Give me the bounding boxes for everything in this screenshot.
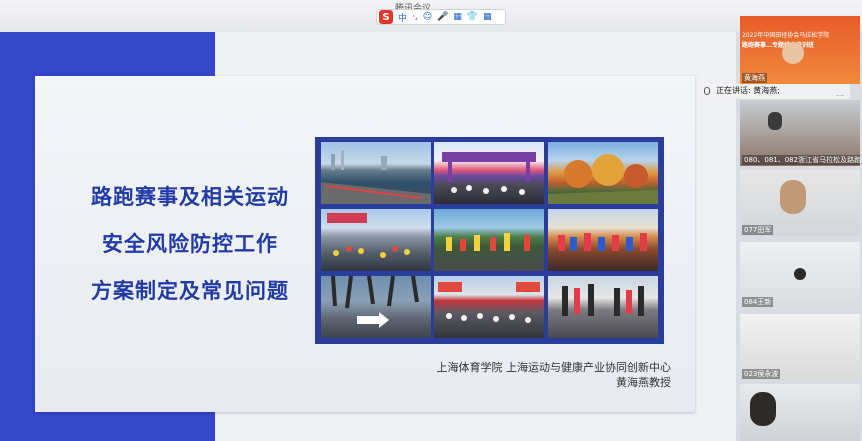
- participant-name: 黄海燕: [742, 73, 767, 83]
- photo-road-runners: [548, 276, 658, 338]
- participant-tile[interactable]: 080、081、082浙江省马拉松及路跑: [740, 100, 860, 166]
- avatar: [750, 392, 776, 426]
- photo-colorful-runners: [548, 209, 658, 271]
- participant-tile[interactable]: 084王新: [740, 242, 860, 308]
- mic-icon: [704, 87, 710, 95]
- photo-start-arch: [434, 142, 544, 204]
- punct-toggle[interactable]: ·,: [412, 12, 418, 22]
- participant-name: 080、081、082浙江省马拉松及路跑: [742, 155, 860, 165]
- participant-video-list: 2022年中国田径协会马拉松学院 路跑赛事…专题线上培训班 黄海燕 080、08…: [736, 12, 862, 441]
- photo-runner-legs: [321, 276, 431, 338]
- photo-collage: [315, 137, 664, 344]
- avatar: [768, 112, 782, 130]
- slide-title: 路跑赛事及相关运动 安全风险防控工作 方案制定及常见问题: [55, 174, 325, 315]
- slide-credit-line-2: 黄海燕教授: [616, 376, 671, 389]
- shared-slide: 路跑赛事及相关运动 安全风险防控工作 方案制定及常见问题 上海体育学院 上海运动…: [35, 76, 695, 412]
- photo-autumn-trees: [548, 142, 658, 204]
- lang-toggle[interactable]: 中: [398, 11, 407, 24]
- banner-line-1: 2022年中国田径协会马拉松学院: [742, 32, 830, 39]
- ime-toolbar[interactable]: S 中 ·, ☺ 🎤 ▦ 👕 ▦: [376, 9, 506, 25]
- slide-credit-line-1: 上海体育学院 上海运动与健康产业协同创新中心: [436, 361, 672, 374]
- photo-start-line: [434, 276, 544, 338]
- participant-name: 077田军: [742, 225, 774, 235]
- photo-riverside-race: [321, 142, 431, 204]
- slide-title-line-2: 安全风险防控工作: [102, 232, 278, 256]
- avatar: [780, 180, 806, 214]
- photo-city-runners: [321, 209, 431, 271]
- avatar: [782, 42, 804, 64]
- window-titlebar: 腾讯会议 S 中 ·, ☺ 🎤 ▦ 👕 ▦: [0, 0, 862, 32]
- keyboard-icon[interactable]: ▦: [453, 12, 462, 22]
- participant-tile[interactable]: 077田军: [740, 170, 860, 236]
- participant-tile[interactable]: [740, 384, 860, 441]
- slide-title-line-1: 路跑赛事及相关运动: [91, 185, 289, 209]
- avatar: [794, 268, 806, 280]
- emoji-icon[interactable]: ☺: [423, 12, 432, 22]
- slide-title-line-3: 方案制定及常见问题: [91, 279, 289, 303]
- mic-icon[interactable]: 🎤: [437, 12, 448, 22]
- sogou-logo-icon[interactable]: S: [379, 10, 393, 24]
- participant-tile[interactable]: 2022年中国田径协会马拉松学院 路跑赛事…专题线上培训班 黄海燕: [740, 16, 860, 84]
- participant-name: 084王新: [742, 297, 774, 307]
- photo-marathon-crowd: [434, 209, 544, 271]
- participant-name: 023侯永波: [742, 369, 781, 379]
- banner-line-2: 路跑赛事…专题线上培训班: [742, 42, 815, 49]
- grid-menu-icon[interactable]: ▦: [483, 12, 492, 22]
- skin-icon[interactable]: 👕: [467, 12, 478, 22]
- participant-tile[interactable]: 023侯永波: [740, 314, 860, 380]
